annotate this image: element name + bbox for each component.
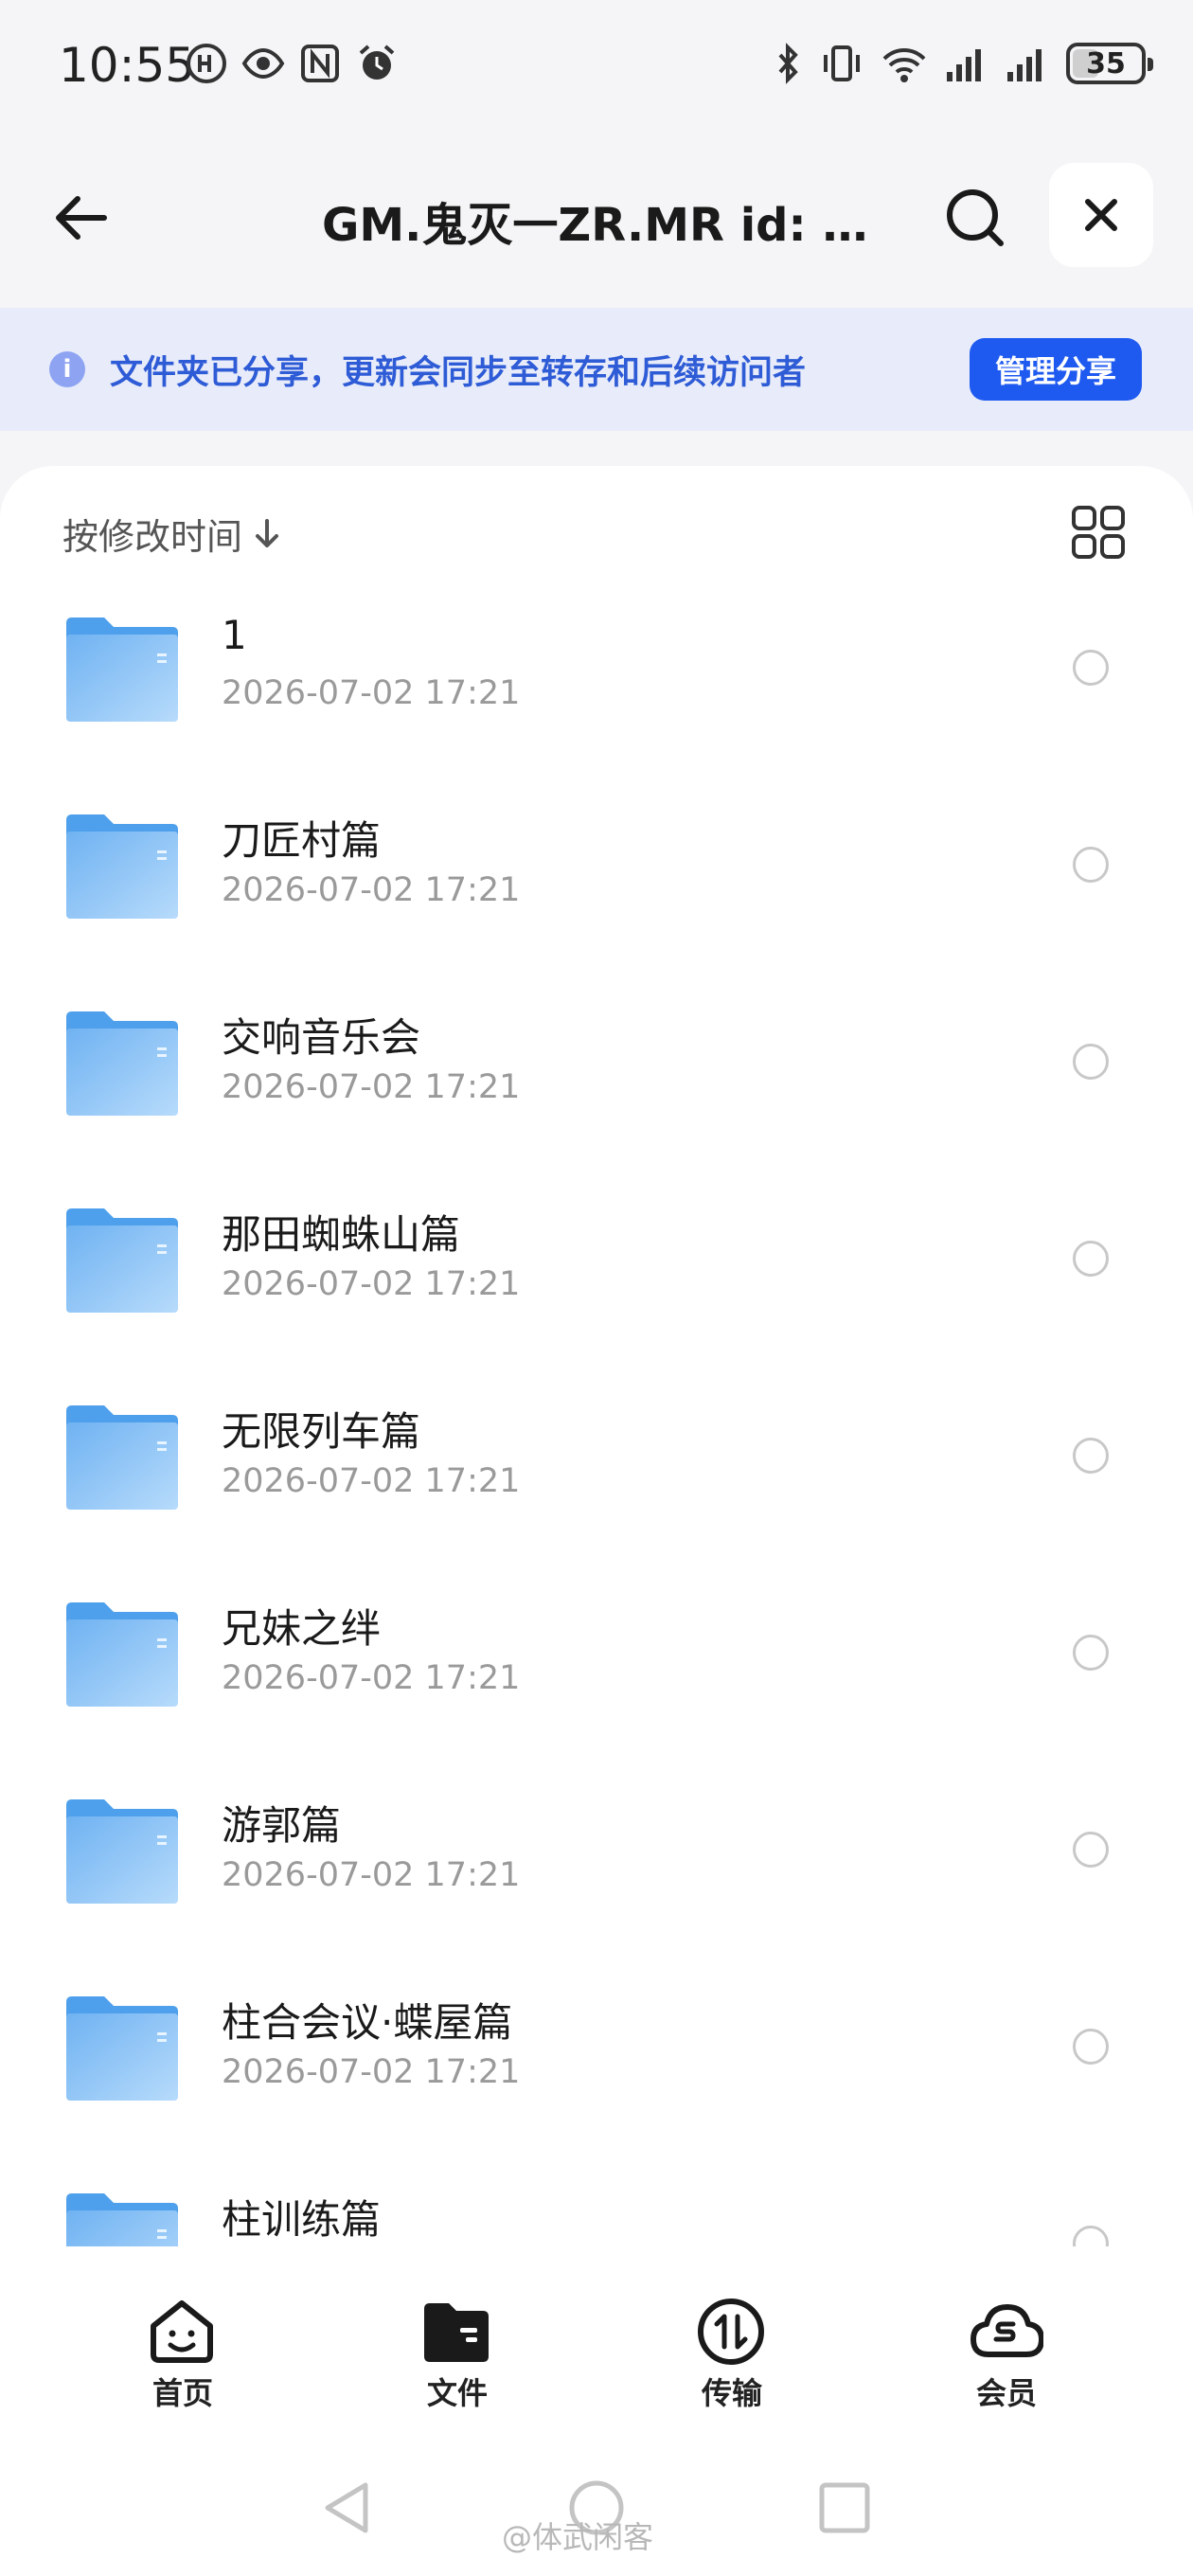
file-modified-date: 2026-07-02 17:21: [222, 2053, 521, 2091]
folder-icon: [66, 1602, 178, 1707]
select-radio[interactable]: [1073, 1832, 1109, 1868]
share-notice-text: 文件夹已分享，更新会同步至转存和后续访问者: [110, 354, 807, 392]
nav-transfer[interactable]: 传输: [595, 2246, 869, 2436]
file-name: 无限列车篇: [222, 1408, 421, 1455]
select-radio[interactable]: [1073, 2029, 1109, 2065]
file-modified-date: 2026-07-02 17:21: [222, 871, 521, 909]
wifi-icon: [882, 48, 926, 82]
eye-icon: [241, 47, 285, 80]
system-recents-icon[interactable]: [814, 2478, 875, 2538]
page-title: GM.鬼灭一ZR.MR id: …: [322, 199, 868, 252]
header: GM.鬼灭一ZR.MR id: …: [0, 152, 1193, 279]
close-button[interactable]: [1049, 163, 1153, 267]
status-bar: 10:55 35: [0, 0, 1193, 142]
file-list-item[interactable]: 1 2026-07-02 17:21: [0, 589, 1193, 786]
home-face-icon: [151, 2300, 213, 2363]
folder-icon: [66, 1405, 178, 1510]
search-button[interactable]: [937, 180, 1013, 256]
folder-icon: [66, 1996, 178, 2101]
select-radio[interactable]: [1073, 1044, 1109, 1080]
system-nav-bar: @体武闲客: [0, 2436, 1193, 2576]
nav-home-label: 首页: [151, 2375, 213, 2411]
system-back-icon[interactable]: [318, 2478, 379, 2538]
search-icon: [947, 189, 1004, 246]
file-name: 1: [222, 612, 247, 658]
file-name: 刀匠村篇: [222, 817, 382, 864]
manage-share-button[interactable]: 管理分享: [970, 338, 1142, 401]
info-icon: i: [49, 351, 85, 387]
file-name: 柱合会议·蝶屋篇: [222, 1999, 513, 2046]
file-list-item[interactable]: 交响音乐会 2026-07-02 17:21: [0, 983, 1193, 1180]
nav-files-label: 文件: [426, 2375, 488, 2411]
file-name: 兄妹之绊: [222, 1605, 382, 1652]
hd-call-icon: [187, 44, 226, 83]
folder-icon: [66, 1011, 178, 1116]
file-list-item[interactable]: 柱训练篇: [0, 2165, 1193, 2246]
battery-icon: 35: [1066, 43, 1153, 84]
file-list-item[interactable]: 游郭篇 2026-07-02 17:21: [0, 1771, 1193, 1968]
share-banner: i 文件夹已分享，更新会同步至转存和后续访问者 管理分享: [0, 308, 1193, 431]
file-modified-date: 2026-07-02 17:21: [222, 674, 521, 712]
nav-files[interactable]: 文件: [320, 2246, 595, 2436]
sort-label: 按修改时间: [62, 516, 243, 558]
select-radio[interactable]: [1073, 1241, 1109, 1277]
file-list: 1 2026-07-02 17:21 刀匠村篇 2026-07-02 17:21: [0, 589, 1193, 2246]
folder-icon: [66, 1208, 178, 1313]
file-modified-date: 2026-07-02 17:21: [222, 1659, 521, 1697]
file-modified-date: 2026-07-02 17:21: [222, 1856, 521, 1894]
nav-transfer-label: 传输: [701, 2375, 762, 2411]
nav-vip-label: 会员: [975, 2375, 1037, 2411]
signal-icon-1: [947, 49, 981, 81]
select-radio[interactable]: [1073, 2226, 1109, 2246]
select-radio[interactable]: [1073, 847, 1109, 883]
status-left-icons: [185, 42, 399, 85]
signal-icon-2: [1007, 49, 1042, 81]
bluetooth-icon: [778, 43, 798, 84]
file-list-item[interactable]: 兄妹之绊 2026-07-02 17:21: [0, 1574, 1193, 1771]
vibrate-icon: [824, 45, 860, 81]
select-radio[interactable]: [1073, 1635, 1109, 1671]
nav-home[interactable]: 首页: [45, 2246, 320, 2436]
status-right-icons: 35: [775, 42, 1153, 85]
folder-icon: [66, 814, 178, 919]
file-list-item[interactable]: 无限列车篇 2026-07-02 17:21: [0, 1377, 1193, 1574]
file-name: 交响音乐会: [222, 1014, 421, 1061]
file-modified-date: 2026-07-02 17:21: [222, 1265, 521, 1303]
file-name: 柱训练篇: [222, 2196, 382, 2243]
file-name: 那田蜘蛛山篇: [222, 1211, 461, 1258]
bottom-nav: 首页 文件 传输 会员: [0, 2246, 1193, 2436]
status-time: 10:55: [59, 38, 196, 93]
file-modified-date: 2026-07-02 17:21: [222, 1462, 521, 1500]
sort-down-arrow-icon: [256, 518, 279, 547]
nav-vip[interactable]: 会员: [869, 2246, 1144, 2436]
select-radio[interactable]: [1073, 1438, 1109, 1474]
file-modified-date: 2026-07-02 17:21: [222, 1068, 521, 1106]
transfer-icon: [698, 2299, 764, 2365]
file-list-item[interactable]: 柱合会议·蝶屋篇 2026-07-02 17:21: [0, 1968, 1193, 2165]
file-list-card: 按修改时间 1 2026-07-02 17:21 刀匠村篇 2026-07-02…: [0, 466, 1193, 2246]
file-name: 游郭篇: [222, 1802, 342, 1849]
grid-view-icon[interactable]: [1070, 504, 1127, 561]
folder-icon: [66, 1799, 178, 1904]
nfc-icon: [301, 45, 339, 82]
folder-icon: [66, 617, 178, 722]
back-arrow-icon: [56, 196, 107, 240]
alarm-icon: [359, 45, 395, 80]
vip-cloud-icon: [970, 2304, 1043, 2357]
watermark: @体武闲客: [502, 2519, 654, 2555]
file-list-item[interactable]: 那田蜘蛛山篇 2026-07-02 17:21: [0, 1180, 1193, 1377]
folder-icon: [66, 2193, 178, 2246]
select-radio[interactable]: [1073, 650, 1109, 686]
battery-level: 35: [1086, 46, 1126, 80]
file-list-item[interactable]: 刀匠村篇 2026-07-02 17:21: [0, 786, 1193, 983]
sort-control[interactable]: 按修改时间: [62, 508, 284, 560]
folder-icon: [424, 2303, 489, 2362]
back-button[interactable]: [44, 180, 119, 256]
close-icon: [1085, 199, 1117, 231]
